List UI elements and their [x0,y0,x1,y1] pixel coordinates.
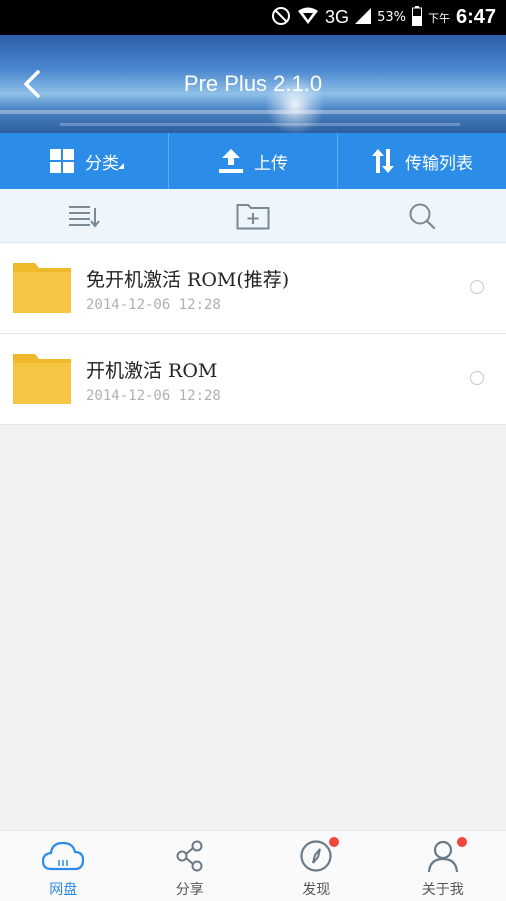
folder-icon [13,261,71,313]
upload-icon [218,148,244,174]
header-wave [0,110,506,114]
network-type: 3G [325,7,349,28]
select-radio[interactable] [470,371,484,385]
nav-label: 关于我 [422,879,464,899]
bottom-nav: 网盘 分享 发现 [0,830,506,901]
signal-icon [355,8,371,28]
battery-percent: 53% [377,10,406,25]
page-title: Pre Plus 2.1.0 [0,71,506,97]
file-date: 2014-12-06 12:28 [86,388,221,404]
file-list: 免开机激活 ROM(推荐) 2014-12-06 12:28 开机激活 ROM … [0,243,506,425]
transfer-list-label: 传输列表 [405,149,473,174]
header-wave [60,123,460,126]
nav-icon-wrap [41,839,85,873]
nav-label: 分享 [176,879,204,899]
transfer-list-button[interactable]: 传输列表 [337,133,506,189]
upload-label: 上传 [254,149,288,174]
search-icon [408,202,436,230]
nav-tab-share[interactable]: 分享 [127,831,254,901]
file-date: 2014-12-06 12:28 [86,297,221,313]
category-label: 分类 [85,149,119,174]
nav-icon-wrap [427,839,459,873]
nav-label: 网盘 [49,879,77,899]
grid-icon [49,148,75,174]
file-name: 免开机激活 ROM(推荐) [86,265,289,292]
upload-button[interactable]: 上传 [168,133,337,189]
notification-badge [329,837,339,847]
list-item[interactable]: 开机激活 ROM 2014-12-06 12:28 [0,334,506,425]
user-icon [427,839,459,873]
new-folder-icon [236,202,270,230]
search-button[interactable] [337,189,506,242]
share-icon [175,840,205,872]
file-name: 开机激活 ROM [86,356,217,383]
compass-icon [299,839,333,873]
folder-icon [13,352,71,404]
wifi-hotspot-icon [297,7,319,29]
toolbar [0,189,506,243]
list-item[interactable]: 免开机激活 ROM(推荐) 2014-12-06 12:28 [0,243,506,334]
transfer-icon [371,148,395,174]
clock: 6:47 [456,6,496,29]
battery-icon [412,6,422,30]
sort-list-icon [68,204,100,228]
status-indicators: 3G 53% 下午 6:47 [271,0,496,35]
notification-badge [457,837,467,847]
status-bar: 3G 53% 下午 6:47 [0,0,506,35]
nav-tab-about-me[interactable]: 关于我 [380,831,506,901]
action-bar: 分类 上传 传输列表 [0,133,506,189]
sort-button[interactable] [0,189,169,242]
dropdown-caret-icon [118,163,124,169]
cloud-icon [41,840,85,872]
category-button[interactable]: 分类 [0,133,168,189]
select-radio[interactable] [470,280,484,294]
nav-icon-wrap [175,839,205,873]
nav-tab-cloud-drive[interactable]: 网盘 [0,831,127,901]
nav-icon-wrap [299,839,333,873]
do-not-disturb-icon [271,6,291,30]
new-folder-button[interactable] [169,189,338,242]
header: Pre Plus 2.1.0 [0,35,506,133]
time-prefix: 下午 [428,10,450,26]
nav-tab-discover[interactable]: 发现 [253,831,380,901]
nav-label: 发现 [302,879,330,899]
